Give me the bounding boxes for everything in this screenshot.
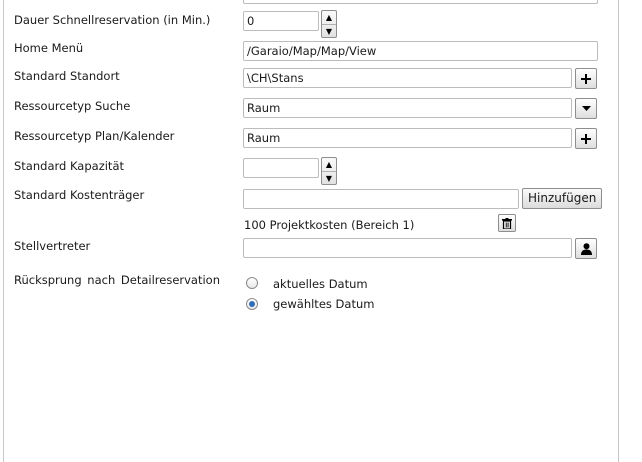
delete-cost-center-button[interactable] [498, 214, 516, 232]
default-cost-center-input[interactable] [243, 189, 519, 209]
default-capacity-label: Standard Kapazität [14, 159, 125, 173]
spinner-up-icon[interactable]: ▲ [322, 11, 336, 25]
quick-reservation-input[interactable]: 0 [243, 11, 319, 31]
add-location-button[interactable] [575, 68, 597, 89]
default-location-input[interactable]: \CH\Stans [243, 68, 572, 88]
radio-current-date-label[interactable]: aktuelles Datum [273, 277, 368, 291]
resource-type-plan-input[interactable]: Raum [243, 128, 572, 148]
quick-reservation-label: Dauer Schnellreservation (in Min.) [14, 13, 211, 27]
home-menu-label: Home Menü [14, 41, 84, 55]
default-cost-center-label: Standard Kostenträger [14, 188, 145, 202]
spinner-up-icon[interactable]: ▲ [322, 158, 336, 172]
chevron-down-icon [581, 105, 591, 111]
panel-border-right [618, 0, 619, 462]
trash-icon [502, 217, 512, 229]
plus-icon [581, 133, 591, 144]
spinner-down-icon[interactable]: ▼ [322, 172, 336, 185]
return-after-detail-label: Rücksprung nach Detailreservation [14, 273, 221, 287]
quick-reservation-spinner[interactable]: ▲ ▼ [321, 10, 337, 38]
deputy-label: Stellvertreter [14, 239, 91, 253]
add-resource-type-plan-button[interactable] [575, 128, 597, 149]
deputy-input[interactable] [243, 238, 572, 258]
default-location-label: Standard Standort [14, 69, 120, 83]
default-capacity-spinner[interactable]: ▲ ▼ [321, 157, 337, 185]
default-capacity-input[interactable] [243, 158, 319, 178]
resource-type-search-select[interactable]: Raum [243, 98, 572, 118]
resource-type-search-label: Ressourcetyp Suche [14, 99, 131, 113]
radio-current-date[interactable] [246, 277, 258, 289]
cost-center-entry: 100 Projektkosten (Bereich 1) [244, 218, 415, 232]
radio-selected-date[interactable] [246, 298, 258, 310]
select-deputy-button[interactable] [575, 238, 597, 259]
resource-type-search-dropdown-button[interactable] [575, 98, 597, 119]
previous-field-edge[interactable] [243, 0, 598, 4]
spinner-down-icon[interactable]: ▼ [322, 25, 336, 38]
user-icon [580, 242, 592, 255]
resource-type-plan-label: Ressourcetyp Plan/Kalender [14, 129, 175, 143]
home-menu-input[interactable]: /Garaio/Map/Map/View [243, 41, 598, 61]
radio-selected-date-label[interactable]: gewähltes Datum [273, 297, 374, 311]
add-cost-center-button[interactable]: Hinzufügen [522, 188, 603, 209]
plus-icon [581, 73, 591, 84]
panel-border-left [3, 0, 4, 462]
